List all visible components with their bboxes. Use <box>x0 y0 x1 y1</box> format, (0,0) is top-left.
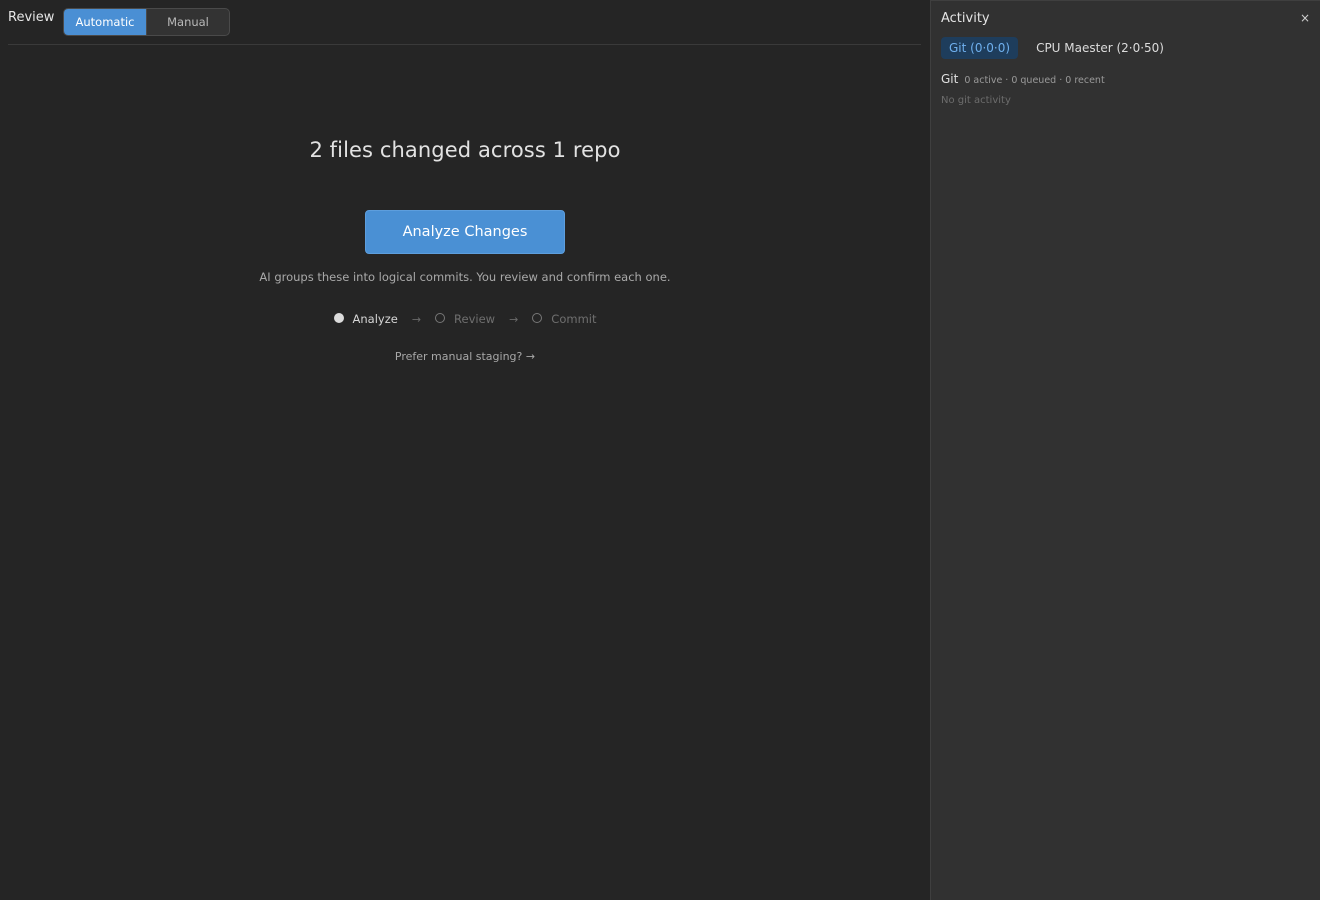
step-analyze-indicator <box>333 312 344 323</box>
git-status-row: Git 0 active · 0 queued · 0 recent <box>941 72 1105 86</box>
manual-staging-link[interactable]: Prefer manual staging? → <box>0 350 930 363</box>
git-stats: 0 active · 0 queued · 0 recent <box>964 75 1105 86</box>
close-icon[interactable]: × <box>1300 11 1310 25</box>
manual-mode-button[interactable]: Manual <box>146 9 229 35</box>
git-label: Git <box>941 72 959 86</box>
analyze-description: AI groups these into logical commits. Yo… <box>259 270 671 284</box>
step-arrow-icon: → <box>411 312 422 326</box>
automatic-mode-button[interactable]: Automatic <box>64 9 146 35</box>
empty-activity-message: No git activity <box>941 95 1011 106</box>
review-header: Review Automatic Manual <box>8 0 921 45</box>
mode-toggle: Automatic Manual <box>63 8 230 36</box>
step-commit-label: Commit <box>551 312 597 326</box>
activity-panel: Activity × Git (0·0·0) CPU Maester (2·0·… <box>930 0 1320 900</box>
tab-cpu-maester[interactable]: CPU Maester (2·0·50) <box>1032 37 1168 59</box>
step-commit-indicator <box>532 312 543 323</box>
step-review-indicator <box>435 312 446 323</box>
step-review-label: Review <box>454 312 496 326</box>
step-review: Review <box>435 312 495 326</box>
activity-title: Activity <box>941 11 990 26</box>
step-analyze-label: Analyze <box>352 312 398 326</box>
step-analyze: Analyze <box>333 312 398 326</box>
step-arrow-icon: → <box>509 312 519 326</box>
tab-git[interactable]: Git (0·0·0) <box>941 37 1019 59</box>
changes-summary: 2 files changed across 1 repo <box>309 138 621 162</box>
analyze-changes-button[interactable]: Analyze Changes <box>365 210 565 254</box>
review-main: Review Automatic Manual 2 files changed … <box>0 0 930 900</box>
app-window: Review Automatic Manual 2 files changed … <box>0 0 1320 900</box>
review-title: Review <box>8 10 55 25</box>
workflow-steps: Analyze → Review → Commit <box>0 312 930 326</box>
step-commit: Commit <box>532 312 596 326</box>
activity-tabs: Git (0·0·0) CPU Maester (2·0·50) <box>941 37 1168 59</box>
